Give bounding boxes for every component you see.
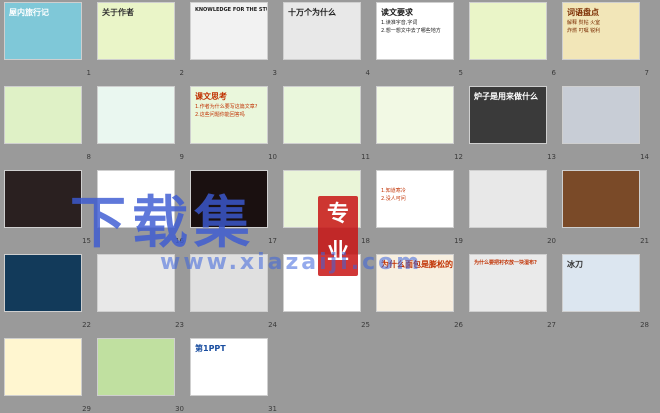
slide-preview xyxy=(4,254,82,312)
slide-number: 12 xyxy=(454,153,463,161)
slide-title: 为什么面包是膨松的? xyxy=(381,260,454,269)
slide-number: 20 xyxy=(547,237,556,245)
slide-sorter-grid: 屋内旅行记 1 关于作者 2 KNOWLEDGE FOR THE STUDENTS 3 十万… xyxy=(0,0,660,413)
slide-number: 11 xyxy=(361,153,370,161)
slide-number: 5 xyxy=(458,69,463,77)
slide-number: 25 xyxy=(361,321,370,329)
slide-number: 13 xyxy=(547,153,556,161)
slide-title: 课文思考 xyxy=(195,92,227,101)
slide-title: 屋内旅行记 xyxy=(9,8,49,17)
slide-number: 30 xyxy=(175,405,184,413)
slide-preview xyxy=(190,170,268,228)
slide-text-line: 1.读准字音,字词 xyxy=(381,20,418,26)
slide-preview xyxy=(469,2,547,60)
slide-number: 9 xyxy=(179,153,184,161)
slide-number: 19 xyxy=(454,237,463,245)
slide-preview xyxy=(97,170,175,228)
slide-title: 词语盘点 xyxy=(567,8,599,17)
slide-text-line: 2.没人可问 xyxy=(381,196,406,202)
slide-text-line: 1.作者为什么要写这篇文章? xyxy=(195,104,258,110)
slide-preview xyxy=(4,86,82,144)
slide-preview: 关于作者 xyxy=(97,2,175,60)
slide-title: 第1PPT xyxy=(195,344,226,353)
slide-preview xyxy=(376,86,454,144)
slide-number: 24 xyxy=(268,321,277,329)
slide-preview xyxy=(97,338,175,396)
slide-preview xyxy=(190,254,268,312)
slide-title: 冰刀 xyxy=(567,260,583,269)
slide-title: 关于作者 xyxy=(102,8,134,17)
slide-text-line: 炸燃 叮嘱 锐利 xyxy=(567,28,601,34)
slide-preview xyxy=(4,170,82,228)
slide-preview xyxy=(283,86,361,144)
slide-number: 17 xyxy=(268,237,277,245)
slide-number: 29 xyxy=(82,405,91,413)
slide-number: 14 xyxy=(640,153,649,161)
slide-number: 15 xyxy=(82,237,91,245)
slide-preview: 第1PPT xyxy=(190,338,268,396)
slide-number: 26 xyxy=(454,321,463,329)
slide-number: 31 xyxy=(268,405,277,413)
slide-preview: 冰刀 xyxy=(562,254,640,312)
slide-preview: 课文思考 1.作者为什么要写这篇文章? 2.这些问题你能回答吗 xyxy=(190,86,268,144)
slide-number: 16 xyxy=(175,237,184,245)
slide-preview: 炉子是用来做什么 xyxy=(469,86,547,144)
slide-number: 4 xyxy=(365,69,370,77)
slide-preview: KNOWLEDGE FOR THE STUDENTS xyxy=(190,2,268,60)
slide-preview xyxy=(4,338,82,396)
slide-preview xyxy=(469,170,547,228)
slide-number: 23 xyxy=(175,321,184,329)
slide-title: 十万个为什么 xyxy=(288,8,336,17)
slide-preview: 1.知道寒冷 2.没人可问 xyxy=(376,170,454,228)
slide-preview xyxy=(97,86,175,144)
slide-title: KNOWLEDGE FOR THE STUDENTS xyxy=(195,7,267,13)
slide-preview xyxy=(562,170,640,228)
slide-number: 7 xyxy=(644,69,649,77)
slide-number: 18 xyxy=(361,237,370,245)
slide-preview: 屋内旅行记 xyxy=(4,2,82,60)
slide-preview xyxy=(562,86,640,144)
slide-preview xyxy=(283,170,361,228)
slide-number: 8 xyxy=(86,153,91,161)
slide-number: 2 xyxy=(179,69,184,77)
slide-number: 21 xyxy=(640,237,649,245)
slide-title: 为什么要把衬衣放一块湿布? xyxy=(474,260,537,266)
slide-preview: 读文要求 1.读准字音,字词 2.想一想文中去了哪些地方 xyxy=(376,2,454,60)
slide-preview xyxy=(283,254,361,312)
slide-number: 28 xyxy=(640,321,649,329)
slide-number: 3 xyxy=(272,69,277,77)
slide-text-line: 2.想一想文中去了哪些地方 xyxy=(381,28,441,34)
slide-preview xyxy=(97,254,175,312)
slide-preview: 为什么面包是膨松的? xyxy=(376,254,454,312)
slide-title: 炉子是用来做什么 xyxy=(474,92,538,101)
slide-preview: 词语盘点解释 熨帖 火室 炸燃 叮嘱 锐利 xyxy=(562,2,640,60)
slide-number: 1 xyxy=(86,69,91,77)
slide-number: 27 xyxy=(547,321,556,329)
slide-title: 读文要求 xyxy=(381,8,413,17)
slide-text-line: 2.这些问题你能回答吗 xyxy=(195,112,245,118)
slide-number: 10 xyxy=(268,153,277,161)
slide-number: 22 xyxy=(82,321,91,329)
slide-preview: 十万个为什么 xyxy=(283,2,361,60)
slide-number: 6 xyxy=(551,69,556,77)
slide-text-line: 1.知道寒冷 xyxy=(381,188,406,194)
slide-text-line: 解释 熨帖 火室 xyxy=(567,20,601,26)
slide-preview: 为什么要把衬衣放一块湿布? xyxy=(469,254,547,312)
